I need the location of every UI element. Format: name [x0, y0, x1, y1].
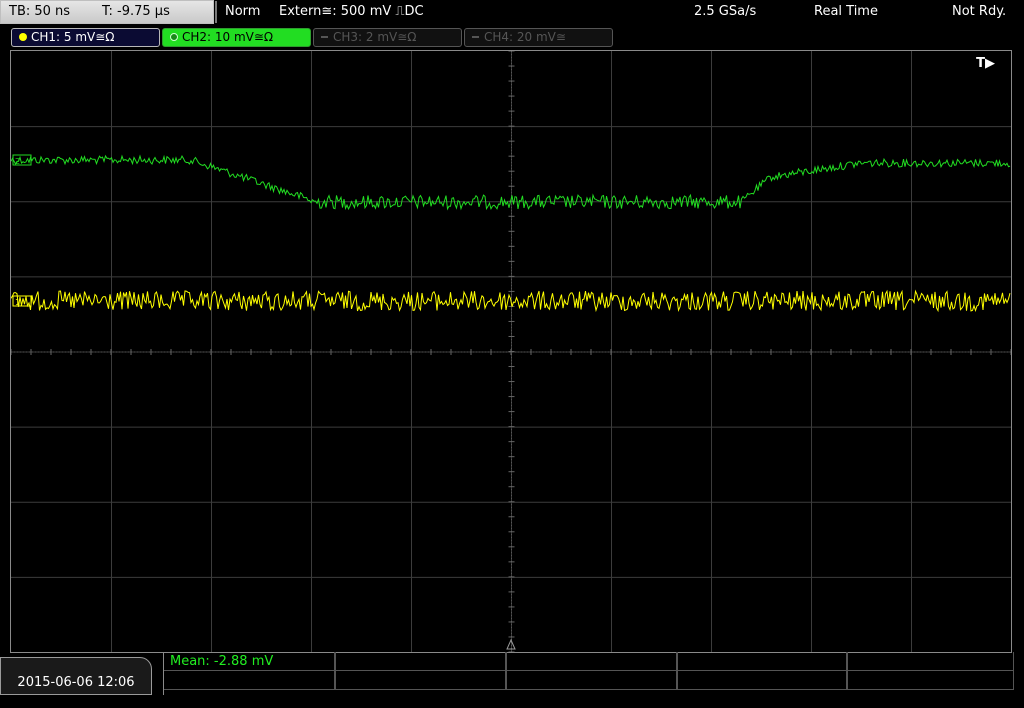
sample-rate: 2.5 GSa/s [694, 4, 757, 19]
timebase-box[interactable]: TB: 50 ns T: -9.75 µs [0, 0, 214, 24]
ch1-trace [11, 289, 1011, 313]
datetime: 2015-06-06 12:06 [17, 675, 135, 690]
trigger-position-value: T: -9.75 µs [102, 4, 170, 19]
status-bar: TB: 50 ns T: -9.75 µs Norm Extern≅: 500 … [0, 0, 1024, 24]
graticule-axes [11, 51, 1011, 652]
measurement-cell[interactable] [847, 671, 1014, 690]
ch3-label: CH3: 2 mV≅Ω [333, 30, 417, 44]
svg-text:1: 1 [15, 298, 20, 307]
measurement-cell[interactable] [164, 671, 335, 690]
svg-text:2: 2 [15, 157, 20, 166]
trigger-status: Not Rdy. [952, 4, 1007, 19]
ch4-off-icon [472, 36, 479, 38]
trigger-mode[interactable]: Norm [225, 0, 260, 24]
ch1-label: CH1: 5 mV≅Ω [31, 30, 115, 44]
measurement-cell[interactable] [506, 652, 677, 671]
measurement-cell[interactable] [335, 671, 506, 690]
measurement-cell[interactable] [506, 671, 677, 690]
datetime-box: 2015-06-06 12:06 [0, 657, 152, 695]
measurement-cell[interactable] [677, 671, 847, 690]
measurement-panel[interactable]: Mean: -2.88 mV [163, 652, 1014, 695]
ch2-indicator-icon [170, 33, 178, 41]
ch4-label: CH4: 20 mV≅ [484, 30, 566, 44]
channel-tab-ch2[interactable]: CH2: 10 mV≅Ω [162, 28, 311, 47]
channel-tab-ch3[interactable]: CH3: 2 mV≅Ω [313, 28, 462, 47]
measurement-cell[interactable] [335, 652, 506, 671]
measurement-cell[interactable] [677, 652, 847, 671]
trigger-source[interactable]: Extern≅: 500 mV ⎍DC [279, 0, 424, 24]
ch2-label: CH2: 10 mV≅Ω [182, 30, 274, 44]
mean-measurement: Mean: -2.88 mV [170, 654, 274, 669]
status-divider [215, 1, 217, 23]
acquisition-mode: Real Time [814, 4, 878, 19]
trigger-marker-icon: T▶ [976, 56, 995, 71]
ch3-off-icon [321, 36, 328, 38]
timebase-value: TB: 50 ns [9, 4, 71, 19]
ch1-indicator-icon [19, 33, 27, 41]
channel-tab-ch1[interactable]: CH1: 5 mV≅Ω [11, 28, 160, 47]
channel-tab-ch4[interactable]: CH4: 20 mV≅ [464, 28, 613, 47]
waveform-canvas: 2 1 [11, 51, 1011, 652]
ch2-trace [11, 154, 1011, 211]
measurement-cell[interactable] [847, 652, 1014, 671]
waveform-display[interactable]: 2 1 T▶ [10, 50, 1012, 653]
